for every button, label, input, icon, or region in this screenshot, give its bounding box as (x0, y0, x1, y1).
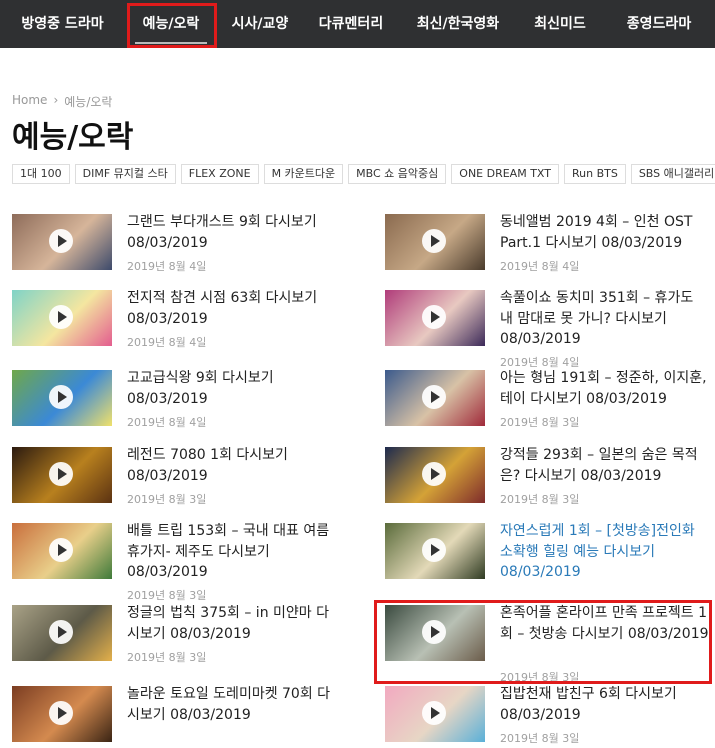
post-thumbnail[interactable] (385, 686, 485, 742)
post-thumbnail[interactable] (12, 370, 112, 426)
nav-highlight-box (127, 3, 217, 48)
tag-7[interactable]: SBS 애니갤러리 (630, 164, 715, 184)
post-date: 2019년 8월 3일 (500, 416, 580, 429)
post-title-link[interactable]: 놀라운 토요일 도레미마켓 70회 다시보기 08/03/2019 (127, 684, 337, 725)
post-date: 2019년 8월 4일 (500, 260, 580, 273)
post-thumbnail[interactable] (385, 290, 485, 346)
post-thumbnail[interactable] (385, 370, 485, 426)
play-icon[interactable] (49, 229, 73, 253)
breadcrumb-home[interactable]: Home (12, 93, 47, 110)
tag-2[interactable]: FLEX ZONE (180, 164, 259, 184)
post-thumbnail[interactable] (12, 290, 112, 346)
post-thumbnail[interactable] (12, 214, 112, 270)
nav-item-6[interactable]: 종영드라마 (603, 0, 715, 48)
post-title-link[interactable]: 아는 형님 191회 – 정준하, 이지훈, 테이 다시보기 08/03/201… (500, 368, 710, 409)
play-icon[interactable] (422, 701, 446, 725)
play-icon[interactable] (422, 462, 446, 486)
post-title-link[interactable]: 전지적 참견 시점 63회 다시보기 08/03/2019 (127, 288, 337, 329)
play-icon[interactable] (422, 305, 446, 329)
page-title: 예능/오락 (12, 120, 134, 155)
play-icon[interactable] (49, 538, 73, 562)
nav-item-3[interactable]: 다큐멘터리 (303, 0, 399, 48)
post-title-link[interactable]: 강적들 293회 – 일본의 숨은 목적은? 다시보기 08/03/2019 (500, 445, 710, 486)
play-icon[interactable] (422, 229, 446, 253)
post-title-link[interactable]: 고교급식왕 9회 다시보기 08/03/2019 (127, 368, 337, 409)
tag-5[interactable]: ONE DREAM TXT (451, 164, 559, 184)
tag-6[interactable]: Run BTS (563, 164, 626, 184)
post-date: 2019년 8월 3일 (127, 651, 207, 664)
breadcrumb: Home › 예능/오락 (12, 93, 112, 110)
post-date: 2019년 8월 3일 (500, 732, 580, 745)
post-title-link[interactable]: 배틀 트립 153회 – 국내 대표 여름 휴가지- 제주도 다시보기 08/0… (127, 521, 337, 583)
post-title-link[interactable]: 정글의 법칙 375회 – in 미얀마 다시보기 08/03/2019 (127, 603, 337, 644)
post-thumbnail[interactable] (385, 447, 485, 503)
breadcrumb-separator-icon: › (53, 93, 59, 107)
play-icon[interactable] (49, 305, 73, 329)
post-date: 2019년 8월 4일 (127, 260, 207, 273)
play-icon[interactable] (49, 620, 73, 644)
post-thumbnail[interactable] (12, 605, 112, 661)
post-title-link[interactable]: 속풀이쇼 동치미 351회 – 휴가도 내 맘대로 못 가니? 다시보기 08/… (500, 288, 710, 350)
play-icon[interactable] (49, 701, 73, 725)
post-title-link[interactable]: 자연스럽게 1회 – [첫방송]전인화 소확행 힐링 예능 다시보기 08/03… (500, 521, 710, 583)
selection-highlight-box (374, 600, 712, 684)
post-thumbnail[interactable] (12, 686, 112, 742)
nav-item-5[interactable]: 최신미드 (517, 0, 603, 48)
post-title-link[interactable]: 그랜드 부다개스트 9회 다시보기 08/03/2019 (127, 212, 337, 253)
post-thumbnail[interactable] (385, 214, 485, 270)
post-thumbnail[interactable] (12, 447, 112, 503)
tag-list: 1대 100 DIMF 뮤지컬 스타 FLEX ZONE M 카운트다운 MBC 쇼 음… (12, 164, 715, 184)
tag-3[interactable]: M 카운트다운 (263, 164, 344, 184)
play-icon[interactable] (422, 538, 446, 562)
nav-item-0[interactable]: 방영중 드라마 (0, 0, 125, 48)
breadcrumb-current: 예능/오락 (64, 95, 113, 109)
play-icon[interactable] (49, 462, 73, 486)
play-icon[interactable] (49, 385, 73, 409)
tag-1[interactable]: DIMF 뮤지컬 스타 (74, 164, 176, 184)
post-date: 2019년 8월 4일 (127, 416, 207, 429)
nav-item-4[interactable]: 최신/한국영화 (399, 0, 517, 48)
tag-0[interactable]: 1대 100 (12, 164, 70, 184)
post-thumbnail[interactable] (385, 523, 485, 579)
post-title-link[interactable]: 레전드 7080 1회 다시보기 08/03/2019 (127, 445, 337, 486)
play-icon[interactable] (422, 385, 446, 409)
post-date: 2019년 8월 3일 (127, 589, 207, 602)
post-date: 2019년 8월 4일 (127, 336, 207, 349)
post-date: 2019년 8월 3일 (127, 493, 207, 506)
post-date: 2019년 8월 3일 (500, 493, 580, 506)
post-title-link[interactable]: 집밥천재 밥친구 6회 다시보기 08/03/2019 (500, 684, 710, 725)
tag-4[interactable]: MBC 쇼 음악중심 (348, 164, 447, 184)
post-title-link[interactable]: 동네앨범 2019 4회 – 인천 OST Part.1 다시보기 08/03/… (500, 212, 710, 253)
main-nav: 방영중 드라마 예능/오락 시사/교양 다큐멘터리 최신/한국영화 최신미드 종영드라마 (0, 0, 715, 48)
post-thumbnail[interactable] (12, 523, 112, 579)
nav-item-2[interactable]: 시사/교양 (217, 0, 303, 48)
